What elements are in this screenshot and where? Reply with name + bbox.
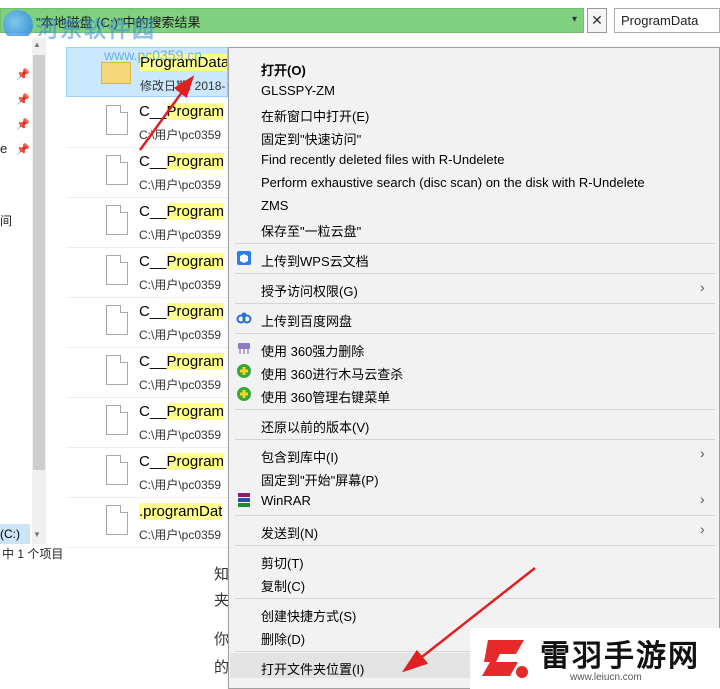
brand-url: www.leiucn.com xyxy=(570,672,642,683)
annotation-arrow-line xyxy=(138,87,187,151)
annotation-arrowhead xyxy=(173,75,195,99)
brand-name: 雷羽手游网 xyxy=(540,640,700,673)
brand-logo-icon xyxy=(482,640,528,678)
annotation-arrows xyxy=(138,75,536,673)
